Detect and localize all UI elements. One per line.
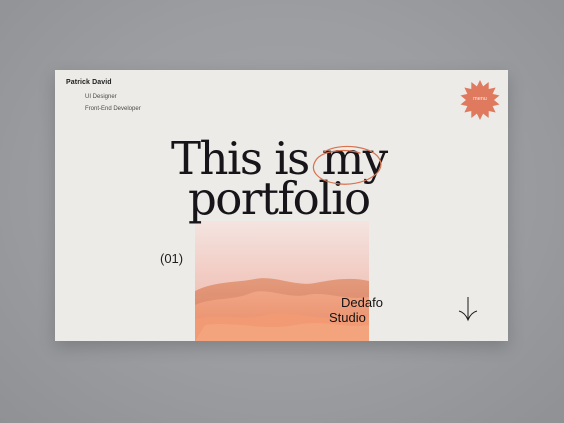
- role-ui-designer: UI Designer: [85, 94, 117, 100]
- menu-button[interactable]: menu: [455, 79, 505, 121]
- menu-label: menu: [473, 96, 487, 102]
- portfolio-card: Patrick David UI Designer Front-End Deve…: [55, 70, 508, 341]
- studio-name: Dedafo Studio: [329, 295, 383, 325]
- arrow-down-icon[interactable]: [457, 296, 479, 322]
- studio-name-line-1: Dedafo: [341, 295, 383, 310]
- studio-name-line-2: Studio: [329, 310, 366, 325]
- circle-scribble-icon: [312, 145, 382, 185]
- owner-name: Patrick David: [66, 79, 112, 86]
- section-index: (01): [160, 251, 184, 266]
- role-front-end-developer: Front-End Developer: [85, 106, 141, 112]
